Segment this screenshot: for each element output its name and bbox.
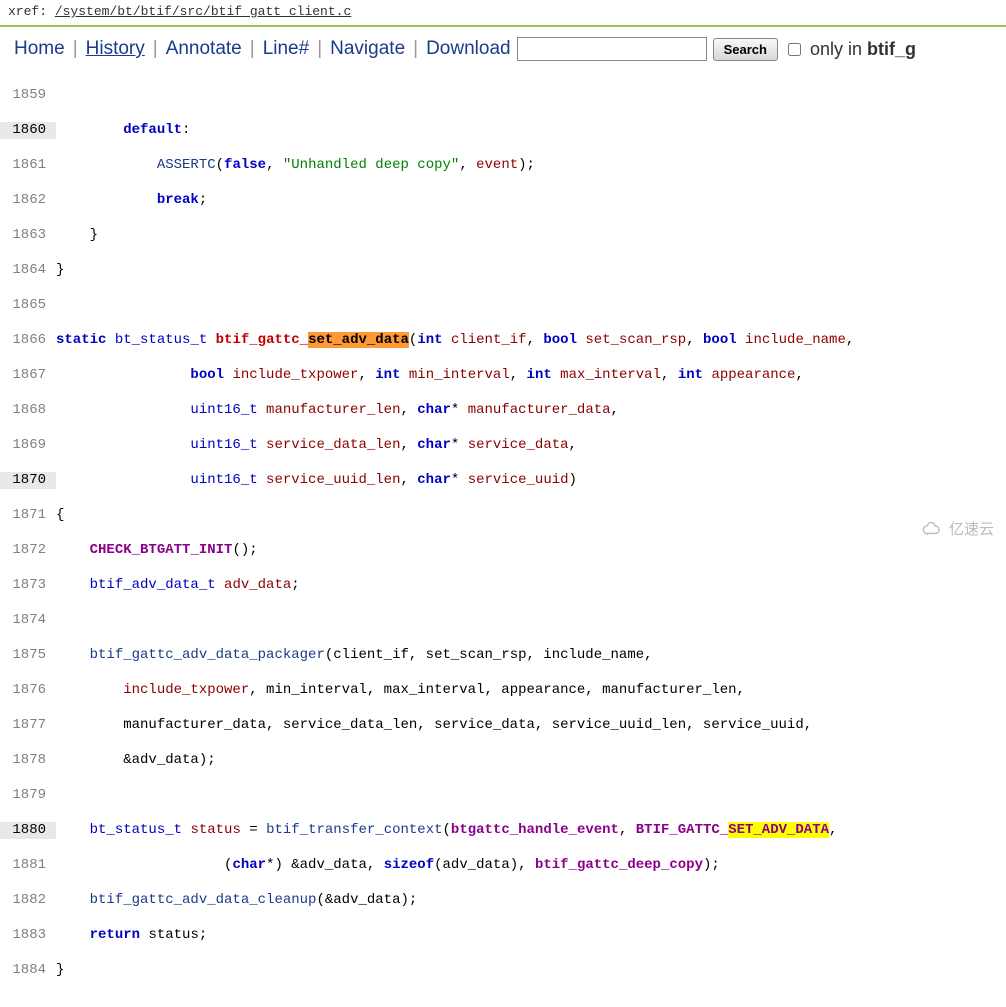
watermark-text: 亿速云 — [949, 518, 994, 539]
code-line: return status; — [56, 927, 1006, 945]
code-viewer: 1859 1860 default: 1861 ASSERTC(false, "… — [0, 67, 1006, 1007]
only-in-checkbox[interactable] — [788, 43, 801, 56]
lineno[interactable]: 1883 — [0, 927, 56, 945]
nav-download[interactable]: Download — [426, 38, 511, 60]
nav-sep: | — [151, 38, 160, 60]
lineno[interactable]: 1860 — [0, 122, 56, 140]
lineno[interactable]: 1859 — [0, 87, 56, 105]
lineno[interactable]: 1862 — [0, 192, 56, 210]
xref-breadcrumb: xref: /system/bt/btif/src/btif_gatt_clie… — [0, 0, 1006, 27]
lineno[interactable]: 1881 — [0, 857, 56, 875]
code-line: btif_gattc_adv_data_packager(client_if, … — [56, 647, 1006, 665]
xref-label: xref: — [8, 4, 55, 19]
nav-annotate[interactable]: Annotate — [166, 38, 242, 60]
xref-path[interactable]: /system/bt/btif/src/btif_gatt_client.c — [55, 4, 351, 19]
nav-sep: | — [71, 38, 80, 60]
code-line: } — [56, 262, 1006, 280]
lineno[interactable]: 1861 — [0, 157, 56, 175]
search-button[interactable]: Search — [713, 38, 778, 61]
lineno[interactable]: 1863 — [0, 227, 56, 245]
code-line: btif_gattc_adv_data_cleanup(&adv_data); — [56, 892, 1006, 910]
nav-sep: | — [315, 38, 324, 60]
nav-history[interactable]: History — [86, 38, 145, 60]
lineno[interactable]: 1869 — [0, 437, 56, 455]
lineno[interactable]: 1878 — [0, 752, 56, 770]
code-line: manufacturer_data, service_data_len, ser… — [56, 717, 1006, 735]
lineno[interactable]: 1875 — [0, 647, 56, 665]
code-line: uint16_t manufacturer_len, char* manufac… — [56, 402, 1006, 420]
lineno[interactable]: 1873 — [0, 577, 56, 595]
nav-sep: | — [411, 38, 420, 60]
code-line — [56, 297, 1006, 315]
lineno[interactable]: 1877 — [0, 717, 56, 735]
lineno[interactable]: 1865 — [0, 297, 56, 315]
lineno[interactable]: 1882 — [0, 892, 56, 910]
code-line: static bt_status_t btif_gattc_set_adv_da… — [56, 332, 1006, 350]
code-line: btif_adv_data_t adv_data; — [56, 577, 1006, 595]
code-line: default: — [56, 122, 1006, 140]
lineno[interactable]: 1868 — [0, 402, 56, 420]
nav-line[interactable]: Line# — [263, 38, 310, 60]
lineno[interactable]: 1880 — [0, 822, 56, 840]
code-line: } — [56, 227, 1006, 245]
cloud-icon — [922, 522, 944, 536]
code-line — [56, 612, 1006, 630]
code-line: bt_status_t status = btif_transfer_conte… — [56, 822, 1006, 840]
lineno[interactable]: 1884 — [0, 962, 56, 980]
nav-sep: | — [248, 38, 257, 60]
code-line: bool include_txpower, int min_interval, … — [56, 367, 1006, 385]
watermark: 亿速云 — [922, 518, 994, 539]
code-line: ASSERTC(false, "Unhandled deep copy", ev… — [56, 157, 1006, 175]
lineno[interactable]: 1866 — [0, 332, 56, 350]
code-line: break; — [56, 192, 1006, 210]
lineno[interactable]: 1879 — [0, 787, 56, 805]
code-line: uint16_t service_data_len, char* service… — [56, 437, 1006, 455]
code-line: { — [56, 507, 1006, 525]
code-line — [56, 87, 1006, 105]
navbar: Home | History | Annotate | Line# | Navi… — [0, 27, 1006, 67]
code-line: include_txpower, min_interval, max_inter… — [56, 682, 1006, 700]
code-line: &adv_data); — [56, 752, 1006, 770]
lineno[interactable]: 1876 — [0, 682, 56, 700]
lineno[interactable]: 1872 — [0, 542, 56, 560]
highlighted-constant: SET_ADV_DATA — [728, 822, 829, 838]
code-line — [56, 787, 1006, 805]
lineno[interactable]: 1867 — [0, 367, 56, 385]
lineno[interactable]: 1870 — [0, 472, 56, 490]
code-line: CHECK_BTGATT_INIT(); — [56, 542, 1006, 560]
highlighted-symbol: set_adv_data — [308, 332, 409, 348]
lineno[interactable]: 1874 — [0, 612, 56, 630]
lineno[interactable]: 1871 — [0, 507, 56, 525]
lineno[interactable]: 1864 — [0, 262, 56, 280]
code-line: uint16_t service_uuid_len, char* service… — [56, 472, 1006, 490]
code-line: (char*) &adv_data, sizeof(adv_data), bti… — [56, 857, 1006, 875]
nav-home[interactable]: Home — [14, 38, 65, 60]
search-input[interactable] — [517, 37, 707, 61]
only-in-label: only in btif_g — [810, 39, 916, 60]
code-line: } — [56, 962, 1006, 980]
nav-navigate[interactable]: Navigate — [330, 38, 405, 60]
